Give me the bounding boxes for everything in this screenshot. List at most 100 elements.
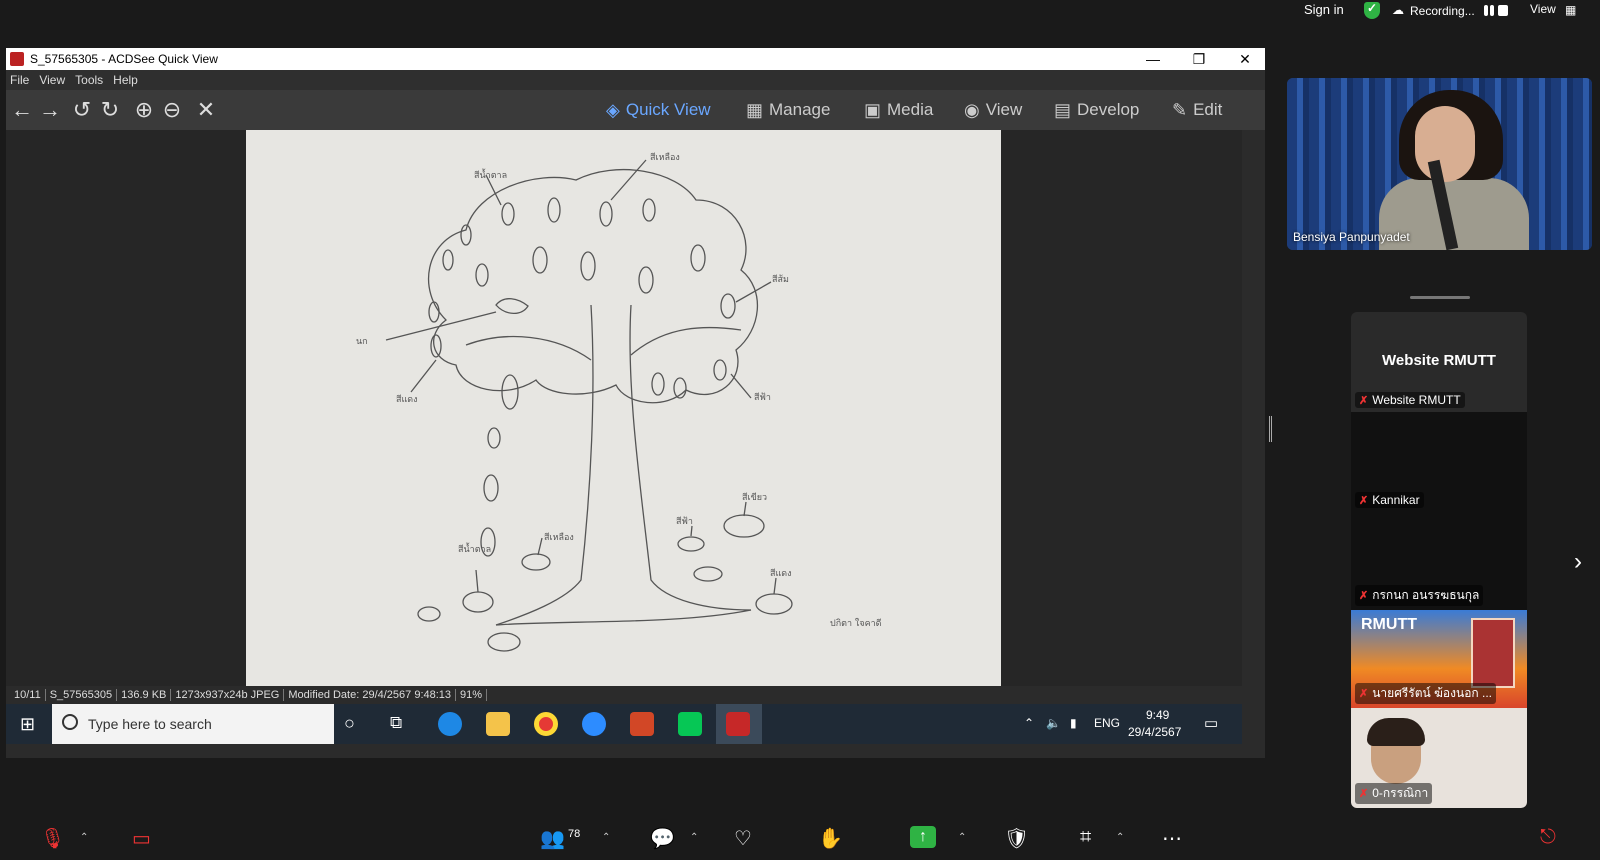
tab-label: Manage [769, 100, 831, 119]
participant-tile[interactable]: ✗ กรกนก อนรรฆธนกุล [1351, 512, 1527, 610]
cortana-icon[interactable]: ○ [344, 713, 355, 734]
svg-text:สีเหลือง: สีเหลือง [544, 532, 574, 543]
menu-file[interactable]: File [10, 73, 29, 87]
tab-label: Develop [1077, 100, 1140, 119]
search-icon [62, 714, 78, 730]
volume-icon[interactable]: 🔈 [1046, 716, 1061, 730]
chrome-icon[interactable] [534, 712, 558, 736]
menu-tools[interactable]: Tools [75, 73, 103, 87]
rotate-left-icon[interactable]: ↺ [70, 98, 94, 122]
svg-text:สีแดง: สีแดง [396, 394, 418, 405]
tab-label: Quick View [625, 100, 711, 119]
chat-caret[interactable]: ⌃ [690, 832, 698, 843]
tab-develop[interactable]: ▤ Develop [1054, 90, 1139, 130]
panel-resize-handle[interactable] [1269, 416, 1272, 442]
acdsee-window: S_57565305 - ACDSee Quick View — ❐ ✕ Fil… [6, 48, 1265, 758]
notification-icon[interactable]: ▭ [1204, 714, 1218, 732]
leave-meeting-icon[interactable]: ⎋ [1540, 826, 1556, 849]
battery-icon[interactable]: ▮ [1070, 716, 1077, 730]
image-viewer[interactable]: สีน้ำตาล สีเหลือง สีส้ม นก สีแดง สีฟ้า ส… [6, 130, 1242, 686]
grid-icon: ▦ [746, 99, 764, 120]
video-off-icon[interactable]: ▭ [132, 826, 151, 851]
security-icon[interactable]: 🛡 [1004, 826, 1029, 851]
taskbar-search-box[interactable]: Type here to search [52, 704, 334, 744]
pause-recording-icon[interactable] [1484, 5, 1488, 16]
view-grid-icon[interactable]: ▦ [1565, 3, 1576, 17]
participant-tile[interactable]: Website RMUTT ✗ Website RMUTT [1351, 312, 1527, 412]
participant-label: ✗ Website RMUTT [1355, 392, 1465, 408]
reactions-heart-icon[interactable]: ♡ [734, 826, 752, 851]
acdsee-taskbar-icon[interactable] [726, 712, 750, 736]
participant-name: นายศรีรัตน์ ฆ้องนอก ... [1372, 686, 1493, 700]
participants-caret[interactable]: ⌃ [602, 832, 610, 843]
next-arrow-icon[interactable]: → [38, 98, 62, 122]
participant-hair [1367, 718, 1425, 746]
media-icon: ▣ [864, 99, 882, 120]
stop-recording-icon[interactable] [1498, 5, 1508, 16]
zoom-out-icon[interactable]: ⊖ [160, 98, 184, 122]
panel-divider[interactable] [1410, 296, 1470, 299]
image-dimensions: 1273x937x24b JPEG [171, 689, 285, 701]
edit-tools-icon: ✎ [1172, 99, 1188, 120]
muted-mic-icon: ✗ [1359, 394, 1369, 407]
clock-date[interactable]: 29/4/2567 [1128, 725, 1181, 739]
svg-text:สีน้ำตาล: สีน้ำตาล [458, 542, 491, 555]
edge-browser-icon[interactable] [438, 712, 462, 736]
participant-tile[interactable]: ✗ 0-กรรณิกา [1351, 708, 1527, 808]
menu-help[interactable]: Help [113, 73, 138, 87]
participant-tile[interactable]: RMUTT ✗ นายศรีรัตน์ ฆ้องนอก ... [1351, 610, 1527, 708]
chevron-right-icon[interactable]: › [1574, 548, 1582, 576]
tab-edit[interactable]: ✎ Edit [1172, 90, 1222, 130]
security-shield-icon[interactable] [1364, 1, 1380, 19]
chat-icon[interactable]: 💬 [650, 826, 675, 851]
tab-manage[interactable]: ▦ Manage [746, 90, 830, 130]
speaker-name: Bensiya Panpunyadet [1293, 230, 1410, 244]
sign-in-link[interactable]: Sign in [1304, 2, 1344, 17]
powerpoint-icon[interactable] [630, 712, 654, 736]
status-bar: 10/11 S_57565305 136.9 KB 1273x937x24b J… [6, 686, 1242, 704]
svg-text:สีน้ำตาล: สีน้ำตาล [474, 168, 507, 181]
develop-icon: ▤ [1054, 99, 1072, 120]
line-app-icon[interactable] [678, 712, 702, 736]
displayed-image: สีน้ำตาล สีเหลือง สีส้ม นก สีแดง สีฟ้า ส… [246, 130, 1001, 686]
tab-label: View [985, 100, 1023, 119]
apps-icon[interactable]: ⌗ [1080, 826, 1091, 849]
participants-icon[interactable]: 👥 [540, 826, 565, 851]
muted-microphone-icon[interactable]: 🎙 [40, 826, 65, 851]
audio-options-caret[interactable]: ⌃ [80, 832, 88, 843]
tree-sketch-drawing: สีน้ำตาล สีเหลือง สีส้ม นก สีแดง สีฟ้า ส… [356, 152, 882, 652]
muted-mic-icon: ✗ [1359, 590, 1369, 602]
apps-caret[interactable]: ⌃ [1116, 832, 1124, 843]
share-screen-icon[interactable]: ↑ [910, 826, 936, 848]
participant-label: ✗ กรกนก อนรรฆธนกุล [1355, 585, 1484, 606]
zoom-app-icon[interactable] [582, 712, 606, 736]
window-titlebar: S_57565305 - ACDSee Quick View — ❐ ✕ [6, 48, 1265, 70]
muted-mic-icon: ✗ [1359, 688, 1369, 700]
tray-expand-icon[interactable]: ⌃ [1024, 716, 1034, 730]
share-caret[interactable]: ⌃ [958, 832, 966, 843]
task-view-icon[interactable]: ⧉ [390, 713, 402, 733]
view-button[interactable]: View [1530, 2, 1556, 16]
tab-media[interactable]: ▣ Media [864, 90, 933, 130]
close-viewer-icon[interactable]: ✕ [194, 98, 218, 122]
zoom-in-icon[interactable]: ⊕ [132, 98, 156, 122]
previous-arrow-icon[interactable]: ← [10, 98, 34, 122]
active-speaker-video[interactable]: Bensiya Panpunyadet [1287, 78, 1592, 250]
clock-time[interactable]: 9:49 [1146, 708, 1169, 722]
language-indicator[interactable]: ENG [1094, 716, 1120, 730]
participant-tile[interactable]: ✗ Kannikar [1351, 412, 1527, 512]
more-options-icon[interactable]: ⋯ [1162, 826, 1182, 851]
menu-view[interactable]: View [39, 73, 65, 87]
eye-icon: ◉ [964, 99, 980, 120]
window-title: S_57565305 - ACDSee Quick View [30, 52, 218, 66]
cloud-icon: ☁ [1392, 3, 1404, 17]
tab-view[interactable]: ◉ View [964, 90, 1022, 130]
rotate-right-icon[interactable]: ↻ [98, 98, 122, 122]
file-explorer-icon[interactable] [486, 712, 510, 736]
tab-quick-view[interactable]: ◈ Quick View [606, 90, 711, 130]
windows-start-icon[interactable]: ⊞ [20, 714, 35, 735]
raise-hand-icon[interactable]: ✋ [818, 826, 843, 851]
restore-icon[interactable]: ❐ [1176, 48, 1222, 70]
minimize-icon[interactable]: — [1130, 48, 1176, 70]
close-icon[interactable]: ✕ [1222, 48, 1268, 70]
